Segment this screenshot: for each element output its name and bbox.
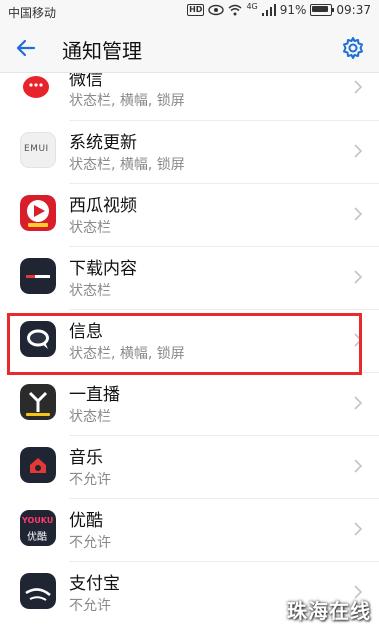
yizhibo-icon <box>20 384 56 420</box>
chevron-right-icon <box>354 270 363 284</box>
list-item-music[interactable]: 音乐 不允许 <box>0 436 379 499</box>
app-name: 西瓜视频 <box>69 196 137 216</box>
alipay-icon <box>20 573 56 609</box>
app-name: 系统更新 <box>69 133 137 153</box>
chevron-right-icon <box>354 207 363 221</box>
app-name: 支付宝 <box>69 574 120 594</box>
gear-icon[interactable] <box>341 36 365 60</box>
status-bar: 中国移动 HD 4G 91% 09:37 <box>0 0 379 24</box>
status-icons: HD 4G 91% 09:37 <box>187 1 371 17</box>
wechat-icon <box>20 73 56 105</box>
chevron-right-icon <box>354 522 363 536</box>
signal-icon <box>261 4 276 16</box>
list-item-wechat[interactable]: 微信 状态栏, 横幅, 锁屏 <box>0 73 379 121</box>
notification-status: 状态栏, 横幅, 锁屏 <box>69 93 185 109</box>
list-item-yizhibo[interactable]: 一直播 状态栏 <box>0 373 379 436</box>
chevron-right-icon <box>354 459 363 473</box>
notification-status: 不允许 <box>69 598 111 614</box>
watermark: 珠海在线 <box>287 599 371 623</box>
hd-icon: HD <box>187 4 205 16</box>
app-name: 一直播 <box>69 385 120 405</box>
wifi-icon <box>228 4 242 16</box>
notification-status: 不允许 <box>69 535 111 551</box>
chevron-right-icon <box>354 396 363 410</box>
youku-logo-text-cn: 优酷 <box>27 532 47 543</box>
notification-status: 状态栏 <box>69 409 111 425</box>
emui-update-icon: EMUI <box>20 132 56 168</box>
list-item-downloads[interactable]: 下载内容 状态栏 <box>0 247 379 310</box>
youku-icon: YOUKU 优酷 <box>20 510 56 546</box>
app-list: 微信 状态栏, 横幅, 锁屏 EMUI 系统更新 状态栏, 横幅, 锁屏 西瓜视… <box>0 73 379 625</box>
chevron-right-icon <box>354 333 363 347</box>
emui-logo-text: EMUI <box>24 144 49 154</box>
notification-status: 状态栏, 横幅, 锁屏 <box>69 346 185 362</box>
app-name: 信息 <box>69 322 103 342</box>
carrier-label: 中国移动 <box>8 6 57 20</box>
page-title: 通知管理 <box>62 39 142 63</box>
app-name: 优酷 <box>69 511 103 531</box>
app-name: 音乐 <box>69 448 103 468</box>
notification-status: 状态栏 <box>69 283 111 299</box>
chevron-right-icon <box>354 144 363 158</box>
messages-icon <box>20 321 56 357</box>
music-icon <box>20 447 56 483</box>
battery-percent: 91% <box>279 3 307 17</box>
list-item-system-update[interactable]: EMUI 系统更新 状态栏, 横幅, 锁屏 <box>0 121 379 184</box>
notification-status: 状态栏 <box>69 220 111 236</box>
notification-status: 不允许 <box>69 472 111 488</box>
youku-logo-text: YOUKU <box>22 516 54 525</box>
list-item-youku[interactable]: YOUKU 优酷 优酷 不允许 <box>0 499 379 562</box>
eye-icon <box>208 4 225 16</box>
list-item-xigua-video[interactable]: 西瓜视频 状态栏 <box>0 184 379 247</box>
download-icon <box>20 258 56 294</box>
list-item-messages[interactable]: 信息 状态栏, 横幅, 锁屏 <box>0 310 379 373</box>
chevron-right-icon <box>354 80 363 94</box>
signal-type-label: 4G <box>246 1 258 11</box>
app-name: 下载内容 <box>69 259 137 279</box>
notification-status: 状态栏, 横幅, 锁屏 <box>69 157 185 173</box>
back-arrow-icon[interactable] <box>12 34 40 62</box>
app-name: 微信 <box>69 73 103 90</box>
xigua-video-icon <box>20 195 56 231</box>
app-bar: 通知管理 <box>0 24 379 73</box>
clock: 09:37 <box>336 3 371 17</box>
battery-icon <box>310 4 335 16</box>
